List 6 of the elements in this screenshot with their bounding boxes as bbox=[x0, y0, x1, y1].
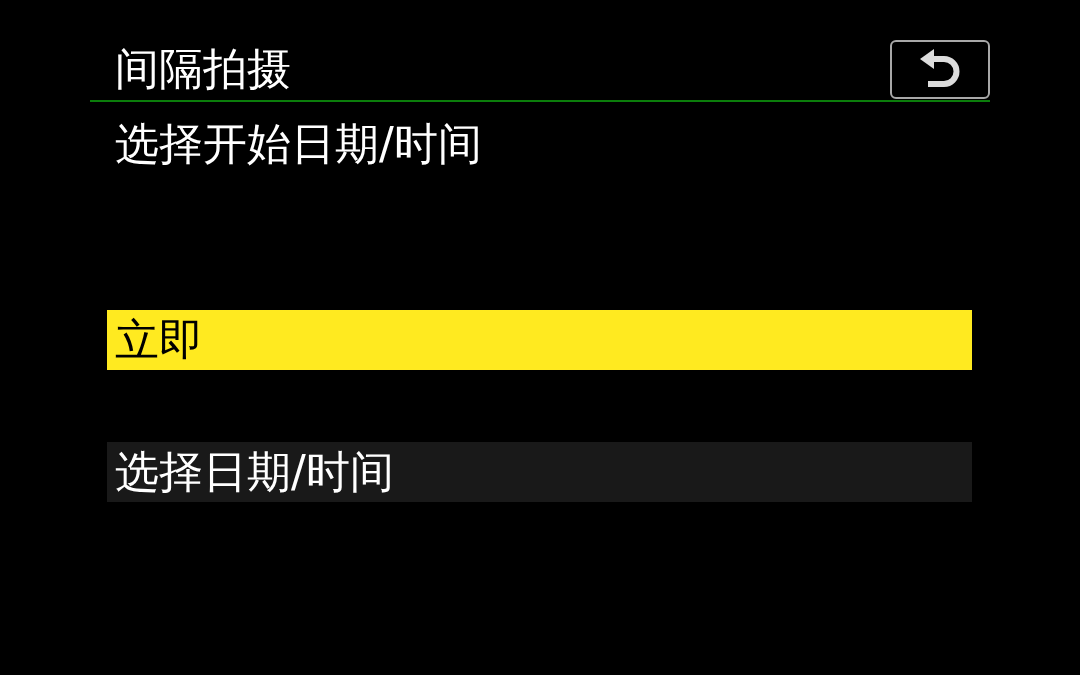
menu-option[interactable]: 选择日期/时间 bbox=[107, 442, 972, 502]
back-icon bbox=[920, 49, 960, 89]
screen-subtitle: 选择开始日期/时间 bbox=[114, 118, 483, 170]
screen-title: 间隔拍摄 bbox=[115, 47, 291, 91]
back-button[interactable] bbox=[890, 39, 990, 99]
menu-option[interactable]: 立即 bbox=[107, 310, 972, 370]
